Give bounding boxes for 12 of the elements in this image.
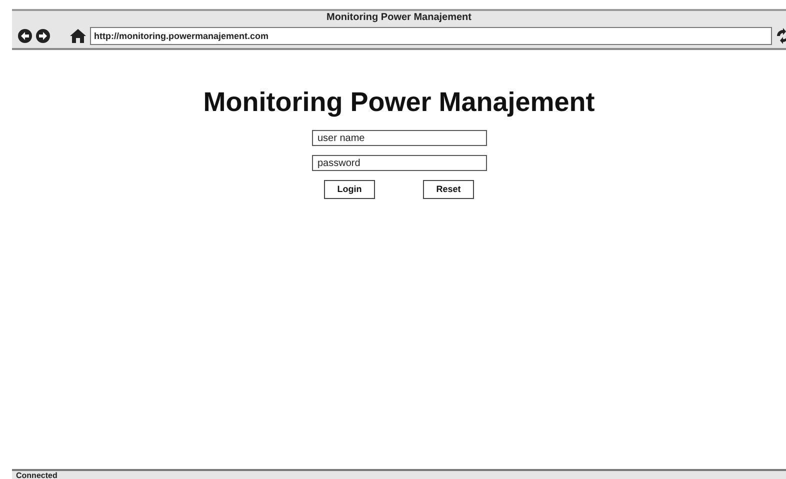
window-title: Monitoring Power Manajement	[325, 11, 472, 24]
login-button[interactable]: Login	[324, 180, 375, 199]
username-field[interactable]: user name	[312, 130, 486, 146]
reset-button[interactable]: Reset	[423, 180, 474, 199]
forward-icon[interactable]	[36, 29, 50, 43]
page-heading: Monitoring Power Manajement	[203, 86, 595, 118]
home-icon[interactable]	[70, 29, 86, 43]
back-icon[interactable]	[18, 29, 32, 43]
password-field[interactable]: password	[312, 155, 486, 171]
address-bar[interactable]: http://monitoring.powermanajement.com	[90, 27, 772, 45]
refresh-icon[interactable]	[776, 28, 786, 44]
status-text: Connected	[16, 471, 58, 479]
